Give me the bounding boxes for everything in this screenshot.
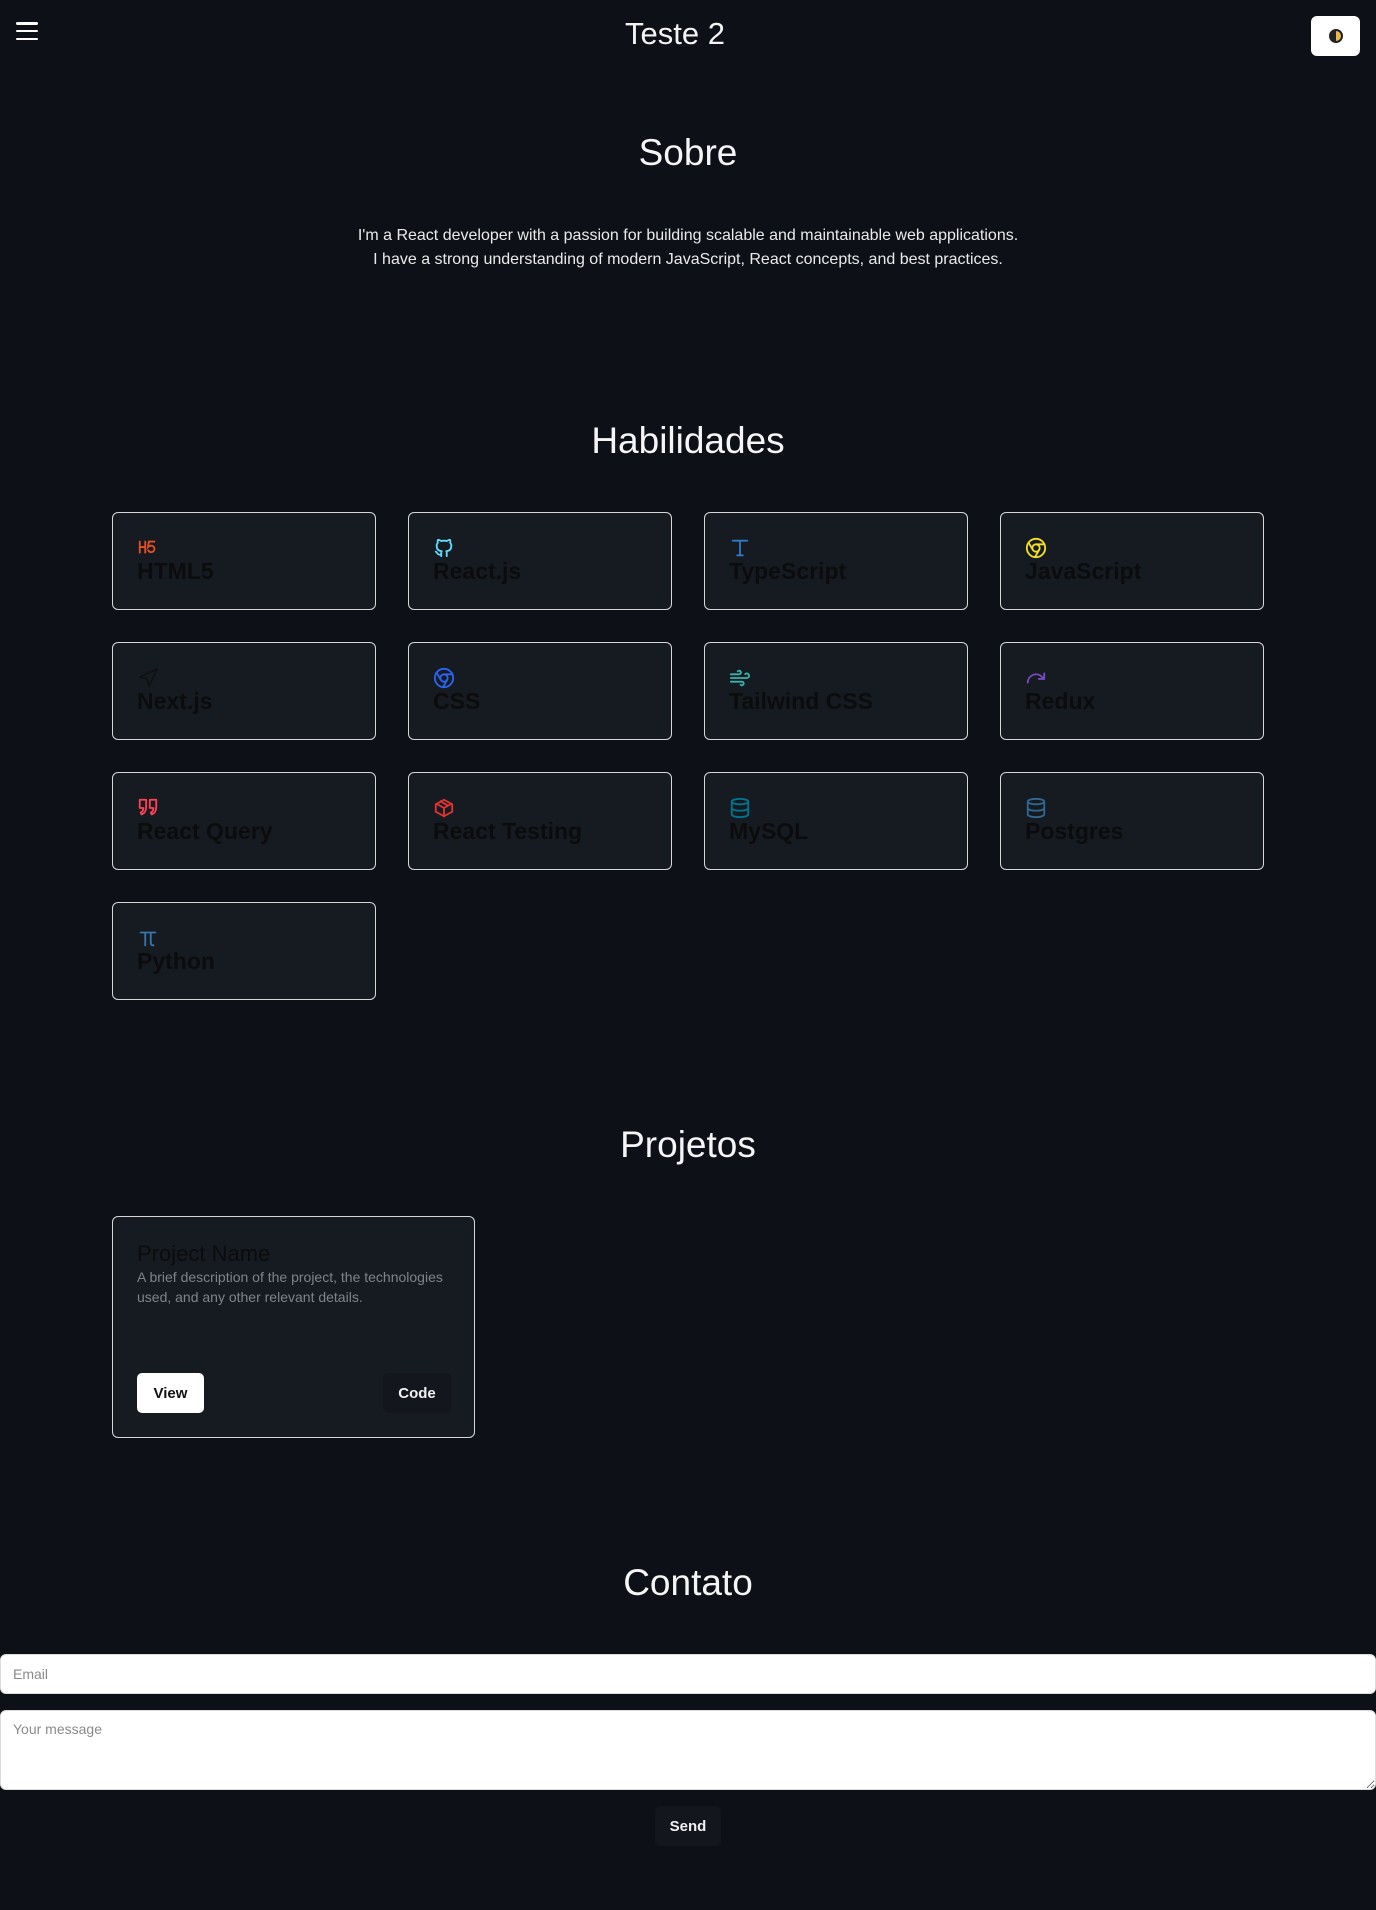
- view-button[interactable]: View: [137, 1373, 204, 1413]
- about-text: I'm a React developer with a passion for…: [357, 227, 1019, 268]
- github-icon: [433, 537, 455, 559]
- skill-label: MySQL: [729, 818, 809, 844]
- skills-title: Habilidades: [591, 420, 785, 461]
- send-button[interactable]: Send: [655, 1806, 721, 1846]
- skill-label: Python: [137, 948, 215, 974]
- skill-label: JavaScript: [1025, 558, 1142, 584]
- database-icon: [729, 797, 751, 819]
- skill-label: Next.js: [137, 688, 213, 714]
- package-icon: [433, 797, 455, 819]
- skill-label: React Query: [137, 818, 273, 844]
- email-field[interactable]: [0, 1654, 1376, 1694]
- redo-icon: [1025, 667, 1047, 689]
- skill-card-postgres: Postgres: [1000, 772, 1264, 870]
- site-title: Teste 2: [625, 16, 725, 51]
- wind-icon: [729, 667, 751, 689]
- about-title: Sobre: [638, 132, 738, 173]
- skill-card-reactjs: React.js: [408, 512, 672, 610]
- projects-title: Projetos: [620, 1124, 756, 1165]
- skill-card-react-testing: React Testing: [408, 772, 672, 870]
- html5-icon: [137, 537, 159, 559]
- skill-card-python: Python: [112, 902, 376, 1000]
- skill-label: CSS: [433, 688, 481, 714]
- skill-card-css: CSS: [408, 642, 672, 740]
- skill-card-tailwind: Tailwind CSS: [704, 642, 968, 740]
- code-button[interactable]: Code: [383, 1373, 451, 1413]
- skill-label: React Testing: [433, 818, 583, 844]
- contact-title: Contato: [623, 1562, 753, 1603]
- skill-label: Redux: [1025, 688, 1096, 714]
- skill-label: HTML5: [137, 558, 214, 584]
- pi-icon: [137, 927, 159, 949]
- skill-card-html5: HTML5: [112, 512, 376, 610]
- chrome-icon: [1025, 537, 1047, 559]
- skill-label: Postgres: [1025, 818, 1124, 844]
- navigation-icon: [137, 667, 159, 689]
- contrast-icon: [1328, 29, 1343, 43]
- quote-icon: [137, 797, 159, 819]
- skill-card-mysql: MySQL: [704, 772, 968, 870]
- theme-toggle-button[interactable]: [1311, 16, 1360, 56]
- skill-card-react-query: React Query: [112, 772, 376, 870]
- skill-card-typescript: TypeScript: [704, 512, 968, 610]
- skill-card-redux: Redux: [1000, 642, 1264, 740]
- type-icon: [729, 537, 751, 559]
- skill-label: TypeScript: [729, 558, 847, 584]
- project-card: Project Name A brief description of the …: [112, 1216, 475, 1438]
- database-icon: [1025, 797, 1047, 819]
- project-name: Project Name: [137, 1241, 271, 1266]
- skill-label: React.js: [433, 558, 522, 584]
- skill-label: Tailwind CSS: [729, 688, 873, 714]
- site-header: Teste 2: [0, 0, 1376, 72]
- skill-card-javascript: JavaScript: [1000, 512, 1264, 610]
- skill-card-nextjs: Next.js: [112, 642, 376, 740]
- project-description: A brief description of the project, the …: [137, 1269, 443, 1305]
- message-field[interactable]: [0, 1710, 1376, 1790]
- chrome-icon: [433, 667, 455, 689]
